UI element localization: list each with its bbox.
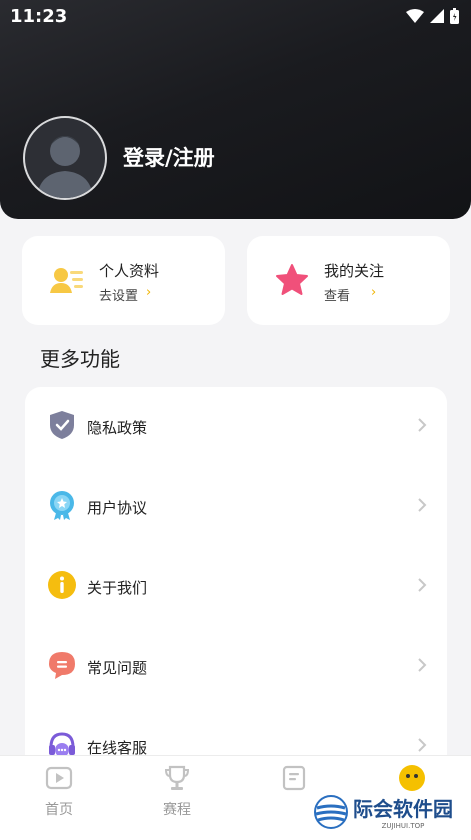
- profile-header: 11:23 登录/注册: [0, 0, 471, 219]
- watermark-text: 际会软件园: [353, 797, 453, 821]
- play-icon: [45, 766, 73, 790]
- tab-home[interactable]: 首页: [19, 764, 99, 819]
- chevron-right-icon: [418, 738, 427, 752]
- globe-logo-icon: [314, 794, 348, 829]
- avatar[interactable]: [23, 116, 107, 200]
- profile-card-icon: [50, 268, 83, 293]
- status-time: 11:23: [10, 6, 68, 27]
- login-register-link[interactable]: 登录/注册: [123, 142, 215, 172]
- info-icon: [48, 571, 76, 599]
- user-silhouette-icon: [37, 136, 93, 198]
- document-icon: [282, 765, 306, 791]
- profile-card-title: 个人资料: [99, 262, 160, 280]
- star-icon: [276, 264, 308, 295]
- chevron-right-icon: [418, 418, 427, 432]
- trophy-icon: [164, 765, 190, 790]
- wifi-icon: [406, 9, 424, 23]
- signal-icon: [430, 9, 444, 23]
- menu-item-agreement[interactable]: 用户协议: [25, 467, 447, 547]
- menu-item-label: 用户协议: [87, 499, 148, 517]
- battery-icon: [450, 8, 459, 24]
- tab-label: 首页: [45, 802, 73, 818]
- chat-icon: [49, 652, 75, 679]
- section-title: 更多功能: [40, 347, 120, 371]
- watermark-sub: ZUJIHUI.TOP: [381, 822, 425, 830]
- following-card-arrow: ›: [371, 285, 377, 300]
- shield-icon: [50, 411, 74, 439]
- smiley-icon: [399, 765, 425, 791]
- chevron-right-icon: [418, 658, 427, 672]
- menu-item-label: 隐私政策: [87, 419, 148, 437]
- watermark: 际会软件园 ZUJIHUI.TOP: [313, 793, 453, 830]
- following-card-subtitle: 查看: [324, 289, 351, 304]
- menu-item-privacy[interactable]: 隐私政策: [25, 387, 447, 467]
- chevron-right-icon: [418, 578, 427, 592]
- tab-schedule[interactable]: 赛程: [137, 764, 217, 819]
- profile-card-subtitle: 去设置: [99, 289, 139, 304]
- badge-icon: [50, 491, 74, 520]
- menu-item-about[interactable]: 关于我们: [25, 547, 447, 627]
- menu-list: 隐私政策 用户协议 关于我们 常见问题 在线客服: [25, 387, 447, 787]
- profile-card[interactable]: 个人资料 去设置 ›: [22, 236, 225, 325]
- status-icons: [406, 8, 459, 24]
- menu-item-label: 常见问题: [87, 659, 148, 677]
- menu-item-faq[interactable]: 常见问题: [25, 627, 447, 707]
- following-card[interactable]: 我的关注 查看 ›: [247, 236, 450, 325]
- profile-card-arrow: ›: [146, 285, 152, 300]
- menu-item-label: 关于我们: [87, 579, 148, 597]
- chevron-right-icon: [418, 498, 427, 512]
- tab-label: 赛程: [163, 802, 191, 818]
- following-card-title: 我的关注: [324, 262, 385, 280]
- status-bar: 11:23: [0, 0, 471, 34]
